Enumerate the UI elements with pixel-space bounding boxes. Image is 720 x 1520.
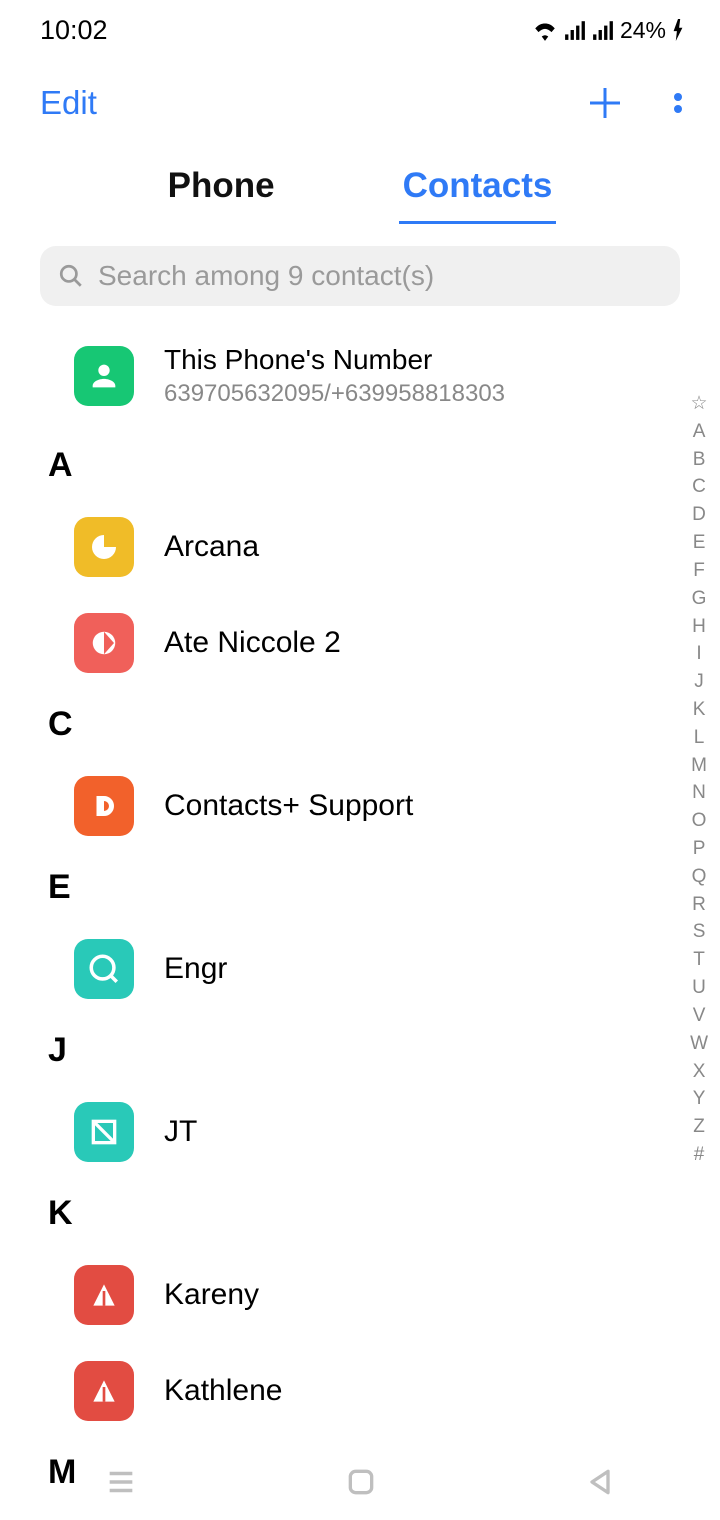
section-A: A xyxy=(0,432,720,499)
recent-apps-button[interactable] xyxy=(104,1465,138,1499)
section-K: K xyxy=(0,1180,720,1247)
index-letter[interactable]: S xyxy=(693,920,706,944)
tabs: Phone Contacts xyxy=(0,146,720,224)
contact-row[interactable]: Contacts+ Support xyxy=(0,758,720,854)
contact-row[interactable]: JT xyxy=(0,1084,720,1180)
own-number-row[interactable]: This Phone's Number 639705632095/+639958… xyxy=(0,332,720,432)
contact-row[interactable]: Kareny xyxy=(0,1247,720,1343)
index-letter[interactable]: C xyxy=(692,475,706,499)
status-bar: 10:02 24% xyxy=(0,0,720,60)
signal2-icon xyxy=(592,19,614,41)
index-letter[interactable]: F xyxy=(693,559,705,583)
contact-row[interactable]: Kathlene xyxy=(0,1343,720,1439)
index-letter[interactable]: M xyxy=(691,754,707,778)
wifi-icon xyxy=(532,19,558,41)
contact-avatar xyxy=(74,1361,134,1421)
contact-avatar xyxy=(74,939,134,999)
search-input[interactable]: Search among 9 contact(s) xyxy=(40,246,680,306)
tab-phone[interactable]: Phone xyxy=(164,156,279,224)
index-letter[interactable]: E xyxy=(693,531,706,555)
more-options-button[interactable] xyxy=(672,88,684,118)
add-contact-button[interactable] xyxy=(586,84,624,122)
alpha-index[interactable]: ☆ ABCDEFGHIJKLMNOPQRSTUVWXYZ # xyxy=(690,392,708,1167)
index-letter[interactable]: Q xyxy=(692,865,707,889)
index-letter[interactable]: I xyxy=(696,642,701,666)
index-letter[interactable]: O xyxy=(692,809,707,833)
index-letter[interactable]: J xyxy=(694,670,704,694)
contact-name: Kathlene xyxy=(164,1374,282,1408)
index-letter[interactable]: W xyxy=(690,1032,708,1056)
back-button[interactable] xyxy=(584,1466,616,1498)
index-letter[interactable]: G xyxy=(692,587,707,611)
contact-name: Engr xyxy=(164,952,227,986)
edit-button[interactable]: Edit xyxy=(40,84,97,122)
contact-avatar xyxy=(74,776,134,836)
contact-avatar xyxy=(74,1102,134,1162)
index-letter[interactable]: B xyxy=(693,448,706,472)
index-letter[interactable]: # xyxy=(694,1143,705,1167)
section-E: E xyxy=(0,854,720,921)
index-letter[interactable]: T xyxy=(693,948,705,972)
contact-row[interactable]: Engr xyxy=(0,921,720,1017)
contact-name: Contacts+ Support xyxy=(164,789,413,823)
index-letter[interactable]: V xyxy=(693,1004,706,1028)
index-letter[interactable]: D xyxy=(692,503,706,527)
status-right: 24% xyxy=(532,17,684,44)
contact-name: Kareny xyxy=(164,1278,259,1312)
tab-contacts[interactable]: Contacts xyxy=(399,156,557,224)
contact-row[interactable]: Arcana xyxy=(0,499,720,595)
index-letter[interactable]: A xyxy=(693,420,706,444)
charging-icon xyxy=(672,19,684,41)
search-placeholder: Search among 9 contact(s) xyxy=(98,260,434,292)
contact-avatar xyxy=(74,613,134,673)
contacts-list: This Phone's Number 639705632095/+639958… xyxy=(0,314,720,1520)
contact-avatar xyxy=(74,517,134,577)
index-letter[interactable]: H xyxy=(692,615,706,639)
contact-name: JT xyxy=(164,1115,197,1149)
index-letter[interactable]: K xyxy=(693,698,706,722)
index-letter[interactable]: L xyxy=(694,726,705,750)
contact-name: Arcana xyxy=(164,530,259,564)
own-number-title: This Phone's Number xyxy=(164,344,505,376)
section-J: J xyxy=(0,1017,720,1084)
search-icon xyxy=(58,263,84,289)
section-C: C xyxy=(0,691,720,758)
index-star-icon[interactable]: ☆ xyxy=(691,392,708,416)
index-letter[interactable]: Z xyxy=(693,1115,705,1139)
index-letter[interactable]: R xyxy=(692,893,706,917)
index-letter[interactable]: P xyxy=(693,837,706,861)
system-nav-bar xyxy=(0,1450,720,1520)
own-number-avatar xyxy=(74,346,134,406)
battery-text: 24% xyxy=(620,17,666,44)
contact-row[interactable]: Ate Niccole 2 xyxy=(0,595,720,691)
index-letter[interactable]: Y xyxy=(693,1087,706,1111)
signal1-icon xyxy=(564,19,586,41)
contact-avatar xyxy=(74,1265,134,1325)
index-letter[interactable]: X xyxy=(693,1060,706,1084)
header: Edit xyxy=(0,60,720,146)
contact-name: Ate Niccole 2 xyxy=(164,626,341,660)
index-letter[interactable]: U xyxy=(692,976,706,1000)
home-button[interactable] xyxy=(345,1466,377,1498)
own-number-sub: 639705632095/+639958818303 xyxy=(164,380,505,408)
index-letter[interactable]: N xyxy=(692,781,706,805)
status-time: 10:02 xyxy=(40,15,108,46)
